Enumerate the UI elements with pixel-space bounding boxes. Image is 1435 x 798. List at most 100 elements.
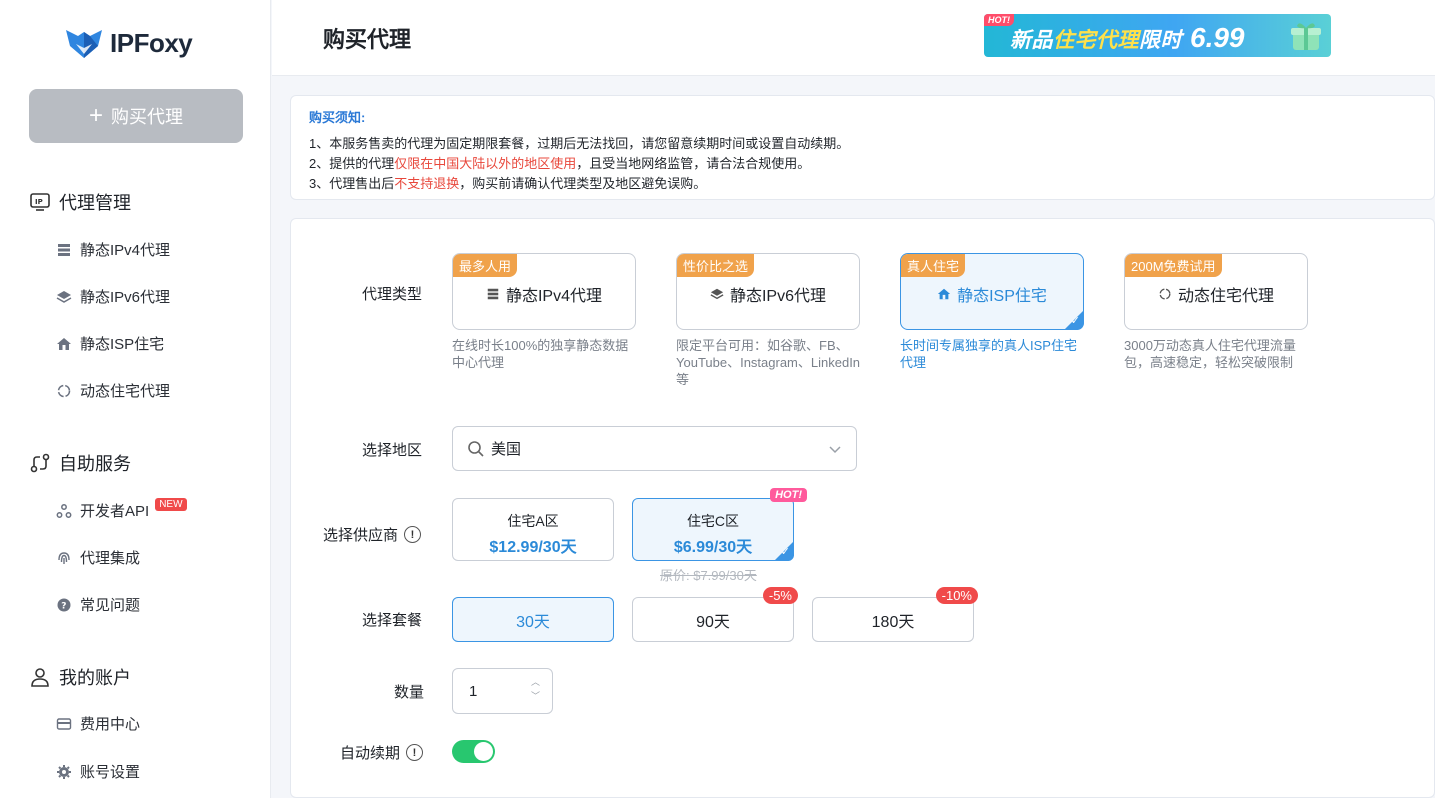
type-tag: 性价比之选 bbox=[677, 254, 755, 277]
check-icon: ✓ bbox=[780, 546, 790, 558]
sidebar-item-label: 动态住宅代理 bbox=[80, 383, 171, 400]
credit-card-icon bbox=[56, 717, 72, 730]
notice-line-2-a: 2、提供的代理 bbox=[309, 156, 395, 171]
nav-group-my-account[interactable]: 我的账户 bbox=[29, 664, 131, 690]
sidebar-item-static-ipv4[interactable]: 静态IPv4代理 bbox=[56, 239, 170, 260]
buy-proxy-label: 购买代理 bbox=[111, 107, 183, 127]
notice-title: 购买须知: bbox=[309, 110, 366, 125]
notice-line-2-b: ，且受当地网络监管，请合法合规使用。 bbox=[576, 156, 811, 171]
nav-group-proxy-management[interactable]: IP 代理管理 bbox=[29, 189, 131, 215]
gear-icon bbox=[57, 764, 71, 779]
route-icon bbox=[30, 453, 50, 473]
region-select[interactable]: 美国 bbox=[452, 426, 857, 471]
type-desc: 在线时长100%的独享静态数据中心代理 bbox=[452, 338, 629, 370]
brand-name: IPFoxy bbox=[110, 27, 193, 58]
nav-group-label: 我的账户 bbox=[59, 668, 131, 688]
logo[interactable]: IPFoxy bbox=[64, 26, 193, 60]
package-90-days[interactable]: 90天 -5% bbox=[632, 587, 798, 642]
type-tag: 真人住宅 bbox=[901, 254, 966, 277]
promo-text-b: 住宅代理 bbox=[1053, 28, 1139, 52]
package-label-text: 90天 bbox=[696, 613, 730, 631]
svg-text:?: ? bbox=[61, 601, 66, 611]
notice-line-2-red: 仅限在中国大陆以外的地区使用 bbox=[394, 156, 577, 171]
home-icon bbox=[57, 337, 71, 350]
region-value: 美国 bbox=[491, 441, 522, 458]
purchase-notice: 购买须知: 1、本服务售卖的代理为固定期限套餐，过期后无法找回，请您留意续期时间… bbox=[290, 95, 1435, 200]
supplier-name: 住宅A区 bbox=[507, 513, 559, 529]
promo-text-c: 限时 bbox=[1139, 28, 1182, 52]
proxy-type-label: 代理类型 bbox=[362, 286, 423, 303]
auto-renew-toggle[interactable] bbox=[452, 740, 495, 763]
type-card-static-isp[interactable]: 真人住宅 静态ISP住宅 ✓ bbox=[900, 253, 1084, 330]
sidebar-item-developer-api[interactable]: 开发者API NEW bbox=[56, 498, 187, 521]
supplier-card-c[interactable]: 住宅C区 $6.99/30天 HOT! ✓ bbox=[632, 488, 807, 561]
info-icon[interactable]: ! bbox=[404, 526, 422, 543]
discount-tag: -5% bbox=[762, 587, 798, 604]
type-tag: 200M免费试用 bbox=[1125, 254, 1222, 277]
promo-banner[interactable]: HOT! 新品住宅代理限时 6.99 bbox=[984, 14, 1331, 57]
check-icon: ✓ bbox=[1070, 315, 1080, 327]
type-name: 静态IPv4代理 bbox=[453, 282, 635, 306]
supplier-price: $6.99/30天 bbox=[673, 539, 753, 556]
discount-tag: -10% bbox=[935, 587, 978, 604]
svg-text:IP: IP bbox=[35, 198, 43, 206]
header: 购买代理 HOT! 新品住宅代理限时 6.99 bbox=[272, 0, 1435, 76]
nav-group-label: 代理管理 bbox=[59, 193, 131, 213]
package-label: 选择套餐 bbox=[362, 612, 423, 629]
supplier-name: 住宅C区 bbox=[686, 513, 740, 529]
package-180-days[interactable]: 180天 -10% bbox=[812, 587, 978, 642]
sidebar-item-label: 账号设置 bbox=[80, 764, 141, 781]
type-card-dynamic-residential[interactable]: 200M免费试用 动态住宅代理 bbox=[1124, 253, 1308, 330]
sidebar-item-dynamic-residential[interactable]: 动态住宅代理 bbox=[56, 380, 170, 401]
type-desc: 3000万动态真人住宅代理流量包，高速稳定，轻松突破限制 bbox=[1124, 338, 1296, 370]
type-name-label: 静态IPv6代理 bbox=[729, 288, 827, 305]
plus-icon: + bbox=[88, 102, 103, 129]
quantity-stepper[interactable]: 1 ︿ ﹀ bbox=[452, 668, 553, 714]
sidebar-item-account-settings[interactable]: 账号设置 bbox=[56, 761, 140, 782]
promo-text-a: 新品 bbox=[1010, 28, 1053, 52]
sidebar-item-static-isp[interactable]: 静态ISP住宅 bbox=[56, 333, 164, 354]
sidebar-item-label: 常见问题 bbox=[80, 597, 141, 614]
type-name-label: 静态ISP住宅 bbox=[957, 288, 1047, 305]
hot-tag: HOT! bbox=[770, 488, 807, 502]
notice-line-3-b: ，购买前请确认代理类型及地区避免误购。 bbox=[459, 176, 707, 191]
type-desc: 长时间专属独享的真人ISP住宅代理 bbox=[900, 338, 1077, 370]
region-label: 选择地区 bbox=[362, 442, 423, 459]
sidebar-item-label: 费用中心 bbox=[80, 716, 141, 733]
package-30-days[interactable]: 30天 bbox=[452, 597, 614, 642]
info-icon[interactable]: ! bbox=[406, 744, 424, 761]
fox-logo-icon bbox=[66, 30, 102, 58]
new-badge: NEW bbox=[155, 498, 187, 511]
sidebar-item-faq[interactable]: ? 常见问题 bbox=[56, 594, 140, 615]
type-name: 静态IPv6代理 bbox=[677, 282, 859, 306]
original-price: 原价: $7.99/30天 bbox=[660, 568, 757, 583]
refresh-icon bbox=[1159, 288, 1171, 300]
sidebar-item-label: 静态IPv4代理 bbox=[80, 242, 171, 259]
sidebar-item-label: 代理集成 bbox=[80, 550, 141, 567]
sidebar-item-label: 静态IPv6代理 bbox=[80, 289, 171, 306]
question-icon: ? bbox=[57, 598, 71, 611]
page-title: 购买代理 bbox=[323, 27, 412, 52]
quantity-value: 1 bbox=[469, 682, 478, 700]
type-name: 动态住宅代理 bbox=[1125, 282, 1307, 306]
type-card-static-ipv4[interactable]: 最多人用 静态IPv4代理 bbox=[452, 253, 636, 330]
stepper-arrows[interactable]: ︿ ﹀ bbox=[531, 677, 540, 701]
auto-renew-label-text: 自动续期 bbox=[340, 745, 401, 762]
auto-renew-label: 自动续期 ! bbox=[340, 742, 424, 763]
nav-group-self-service[interactable]: 自助服务 bbox=[29, 450, 131, 476]
supplier-card-a[interactable]: 住宅A区 $12.99/30天 bbox=[452, 498, 614, 561]
notice-line-3: 3、代理售出后不支持退换，购买前请确认代理类型及地区避免误购。 bbox=[309, 174, 1416, 194]
home-icon bbox=[937, 288, 951, 300]
buy-proxy-button[interactable]: + 购买代理 bbox=[29, 89, 243, 143]
sidebar-item-billing[interactable]: 费用中心 bbox=[56, 713, 140, 734]
notice-line-2: 2、提供的代理仅限在中国大陆以外的地区使用，且受当地网络监管，请合法合规使用。 bbox=[309, 154, 1416, 174]
sidebar-item-static-ipv6[interactable]: 静态IPv6代理 bbox=[56, 286, 170, 307]
chevron-down-icon[interactable]: ﹀ bbox=[531, 691, 540, 701]
type-card-static-ipv6[interactable]: 性价比之选 静态IPv6代理 bbox=[676, 253, 860, 330]
ip-monitor-icon: IP bbox=[30, 193, 50, 211]
chevron-up-icon[interactable]: ︿ bbox=[531, 677, 540, 687]
type-tag: 最多人用 bbox=[453, 254, 518, 277]
sidebar-item-proxy-integration[interactable]: 代理集成 bbox=[56, 547, 140, 568]
type-name-label: 动态住宅代理 bbox=[1177, 288, 1274, 305]
server-icon bbox=[487, 288, 499, 300]
